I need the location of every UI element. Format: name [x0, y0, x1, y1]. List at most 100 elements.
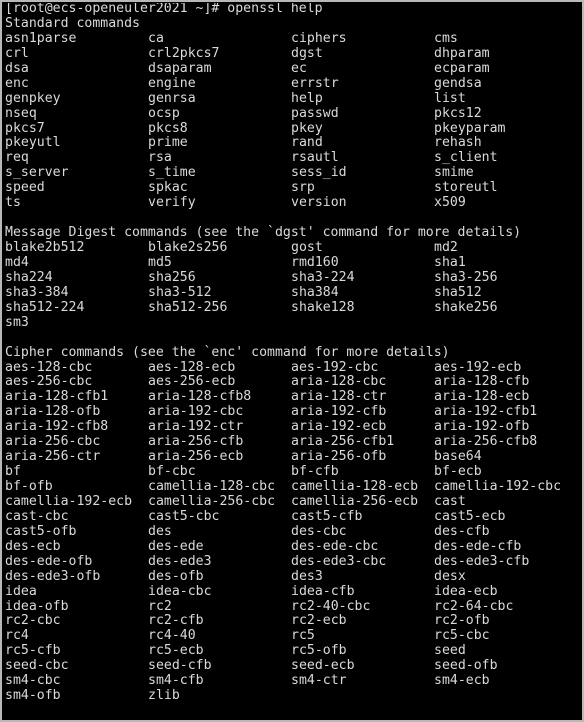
command-row: md4 md5 rmd160 sha1 [5, 254, 582, 271]
command-cell: cast5-ofb [5, 523, 77, 539]
command-cell: aes-256-ecb [148, 374, 236, 390]
command-cell: aria-128-cfb [434, 374, 530, 390]
command-row: cast5-ofb des des-cbc des-cfb [5, 523, 582, 540]
command-cell: camellia-192-cbc [434, 479, 562, 494]
command-cell: aria-128-ofb [5, 404, 101, 420]
command-row: req rsa rsautl s_client [5, 150, 582, 166]
command-row: des-ecb des-ede des-ede-cbc des-ede-cfb [5, 538, 582, 555]
command-cell: base64 [434, 449, 482, 465]
command-cell: des [148, 523, 172, 539]
command-cell: cms [434, 30, 458, 46]
command-cell: genrsa [148, 90, 196, 106]
command-cell: sm4-ofb [5, 688, 61, 704]
command-cell: errstr [291, 75, 339, 91]
command-cell: sha384 [291, 284, 339, 300]
command-cell: md5 [148, 254, 172, 270]
command-cell: ecparam [434, 60, 490, 76]
command-cell: aria-256-ofb [291, 449, 387, 465]
command-row: cast-cbc cast5-cbc cast5-cfb cast5-ecb [5, 508, 582, 525]
command-cell: md2 [434, 240, 458, 255]
command-cell: sha224 [5, 269, 53, 285]
command-cell: sha512 [434, 284, 482, 300]
command-row: enc engine errstr gendsa [5, 75, 582, 92]
command-cell: cast-cbc [5, 508, 69, 524]
command-cell: idea [5, 583, 37, 599]
command-cell: seed [434, 643, 466, 659]
command-cell: smime [434, 165, 474, 181]
command-row: rc4 rc4-40 rc5 rc5-cbc [5, 628, 582, 644]
command-cell: rehash [434, 135, 482, 151]
command-cell: passwd [291, 105, 339, 121]
command-cell: sha3-256 [434, 269, 498, 285]
command-cell: des-ede3 [148, 553, 212, 569]
terminal-text-content: [root@ecs-openeuler2021 ~]# openssl help… [5, 2, 582, 704]
command-cell: seed-ofb [434, 658, 498, 674]
command-cell: aria-192-cfb8 [5, 419, 109, 435]
command-cell: shake256 [434, 299, 498, 315]
command-cell: pkcs8 [148, 120, 188, 136]
command-cell: dsaparam [148, 60, 212, 76]
command-row: sha512-224 sha512-256 shake128 shake256 [5, 299, 582, 316]
command-cell: blake2b512 [5, 240, 85, 255]
command-cell: crl2pkcs7 [148, 45, 220, 61]
command-cell: rc2 [148, 598, 172, 614]
command-row: aria-128-cfb1 aria-128-cfb8 aria-128-ctr ar… [5, 389, 582, 405]
command-cell: rc5-ecb [148, 643, 204, 659]
command-cell: aria-192-ctr [148, 419, 244, 435]
command-cell: pkey [291, 120, 323, 136]
command-cell: aria-192-cbc [148, 404, 244, 420]
command-cell: ca [148, 30, 164, 46]
command-cell: help [291, 90, 323, 106]
command-cell: ocsp [148, 105, 180, 121]
command-cell: srp [291, 180, 315, 196]
command-cell: pkeyparam [434, 120, 506, 136]
command-cell: ts [5, 195, 21, 211]
command-cell: sm4-ecb [434, 673, 490, 689]
command-cell: camellia-256-cbc [148, 493, 276, 509]
command-cell: sha3-384 [5, 284, 69, 300]
command-cell: sha3-224 [291, 269, 355, 285]
command-row: blake2b512 blake2s256 gost md2 [5, 240, 582, 256]
command-cell: des-ede-ofb [5, 553, 93, 569]
command-cell: aria-128-ctr [291, 389, 387, 405]
section-heading: Standard commands [5, 15, 140, 31]
command-cell: ec [291, 60, 307, 76]
section-heading: Message Digest commands (see the `dgst' … [5, 225, 522, 241]
command-cell: zlib [148, 688, 180, 704]
command-row: idea-ofb rc2 rc2-40-cbc rc2-64-cbc [5, 598, 582, 615]
command-cell: bf-cfb [291, 464, 339, 480]
command-row: sha224 sha256 sha3-224 sha3-256 [5, 269, 582, 286]
command-cell: bf [5, 464, 21, 480]
command-cell: rc2-ecb [291, 613, 347, 629]
terminal-window[interactable]: [root@ecs-openeuler2021 ~]# openssl help… [0, 0, 584, 722]
command-cell: rc2-64-cbc [434, 598, 514, 614]
command-row: aria-256-cbc aria-256-cfb aria-256-cfb1 ari… [5, 434, 582, 450]
command-cell: des-ede [148, 538, 204, 554]
command-row: ts verify version x509 [5, 195, 582, 211]
command-cell: idea-ofb [5, 598, 69, 614]
command-cell: rc5-ofb [291, 643, 347, 659]
command-row: des-ede-ofb des-ede3 des-ede3-cbc des-ede3-… [5, 553, 582, 570]
command-cell: des-ede-cfb [434, 538, 522, 554]
command-cell: seed-ecb [291, 658, 355, 674]
command-cell: aria-256-ctr [5, 449, 101, 465]
command-cell: rsa [148, 150, 172, 166]
command-row: pkcs7 pkcs8 pkey pkeyparam [5, 120, 582, 137]
command-cell: engine [148, 75, 196, 91]
command-cell: camellia-256-ecb [291, 493, 419, 509]
command-cell: idea-cfb [291, 583, 355, 599]
command-cell: x509 [434, 195, 466, 211]
section-heading: Cipher commands (see the `enc' command f… [5, 344, 450, 360]
command-cell: spkac [148, 180, 188, 196]
command-cell: aria-128-cbc [291, 374, 387, 390]
command-cell: md4 [5, 254, 29, 270]
command-row: aes-128-cbc aes-128-ecb aes-192-cbc aes-192… [5, 360, 582, 376]
command-row: aes-256-cbc aes-256-ecb aria-128-cbc aria-1… [5, 374, 582, 390]
command-row: asn1parse ca ciphers cms [5, 30, 582, 47]
command-cell: des-cbc [291, 523, 347, 539]
command-cell: aria-256-cfb1 [291, 434, 395, 450]
command-cell: seed-cfb [148, 658, 212, 674]
command-cell: req [5, 150, 29, 166]
terminal-output-area[interactable]: [root@ecs-openeuler2021 ~]# openssl help… [2, 2, 582, 720]
